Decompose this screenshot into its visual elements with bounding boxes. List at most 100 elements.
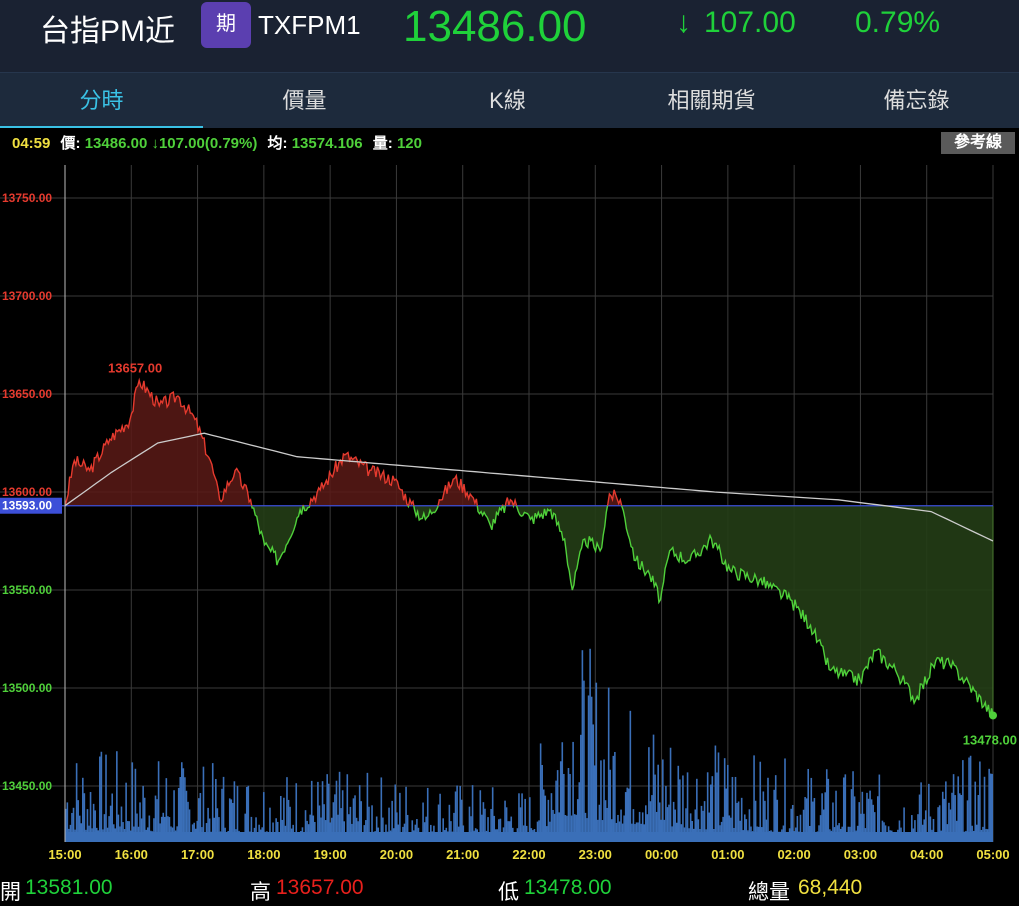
- quote-header: 台指PM近 期 TXFPM1 13486.00 ↓ 107.00 0.79%: [0, 0, 1019, 72]
- volume-bar: [652, 734, 655, 842]
- x-tick-label: 20:00: [380, 847, 413, 862]
- volume-bar: [714, 745, 717, 842]
- volume-bar: [541, 765, 543, 842]
- percent-change: 0.79%: [855, 6, 941, 39]
- y-tick-label: 13750.00: [2, 191, 52, 205]
- x-tick-label: 21:00: [446, 847, 479, 862]
- tab-memo[interactable]: 備忘錄: [815, 73, 1018, 129]
- volume-bar: [657, 764, 659, 842]
- x-tick-label: 16:00: [115, 847, 148, 862]
- volume-bar: [614, 751, 616, 842]
- y-tick-label: 13550.00: [2, 583, 52, 597]
- summary-bar: 開 13581.00 高 13657.00 低 13478.00 總量 68,4…: [0, 872, 1019, 904]
- volume-bar: [706, 772, 709, 842]
- last-price-dot: [989, 711, 997, 720]
- x-tick-label: 05:00: [976, 847, 1009, 862]
- volume-bar: [75, 763, 78, 842]
- volume-bar: [989, 773, 992, 842]
- volume-bar: [723, 758, 726, 842]
- volume-bar: [759, 761, 762, 842]
- volume-bar: [677, 765, 680, 842]
- tab-related-futures[interactable]: 相關期貨: [610, 73, 813, 129]
- volume-bar: [346, 774, 349, 842]
- volume-bar: [326, 774, 328, 842]
- volume-bar: [878, 774, 881, 842]
- volume-bar: [100, 751, 103, 842]
- price-change: 107.00: [704, 6, 796, 39]
- x-tick-label: 23:00: [579, 847, 612, 862]
- volume-bar: [563, 773, 565, 842]
- volume-bar: [580, 734, 582, 842]
- volume-bar: [612, 755, 615, 842]
- volume-bar: [559, 761, 562, 842]
- volume-bar: [587, 695, 590, 842]
- volume-bar: [593, 765, 596, 842]
- info-time: 04:59: [12, 135, 51, 152]
- volume-bar: [629, 710, 632, 842]
- volume-bar: [338, 771, 341, 842]
- base-price-label: 13593.00: [2, 499, 52, 513]
- volume-bar: [366, 772, 369, 842]
- y-tick-label: 13650.00: [2, 387, 52, 401]
- volume-bar: [182, 768, 185, 842]
- y-tick-label: 13700.00: [2, 289, 52, 303]
- total-volume-label: 總量: [748, 881, 790, 904]
- reference-line-button[interactable]: 參考線: [941, 132, 1015, 154]
- volume-bar: [852, 771, 854, 842]
- volume-bar: [567, 768, 570, 842]
- volume-bar: [556, 770, 559, 842]
- volume-bar: [539, 743, 542, 842]
- open-value: 13581.00: [25, 876, 113, 899]
- volume-bar: [648, 747, 650, 842]
- volume-bar: [717, 752, 720, 842]
- info-price: 13486.00 ↓107.00(0.79%): [84, 135, 258, 152]
- instrument-name: 台指PM近: [40, 15, 175, 48]
- futures-badge: 期: [201, 2, 251, 48]
- low-point-label: 13478.00: [963, 732, 1017, 747]
- info-price-label: 價:: [60, 135, 81, 152]
- volume-bar: [131, 762, 134, 842]
- high-label: 高: [250, 881, 271, 904]
- volume-bar: [969, 755, 972, 842]
- volume-bar: [583, 680, 585, 842]
- volume-bar: [825, 769, 828, 842]
- volume-bar: [211, 763, 214, 842]
- x-tick-label: 02:00: [778, 847, 811, 862]
- volume-bar: [595, 682, 598, 842]
- volume-bar: [134, 768, 137, 842]
- info-volume: 120: [396, 135, 422, 152]
- last-price: 13486.00: [403, 2, 587, 51]
- volume-bar: [607, 687, 610, 842]
- intraday-chart[interactable]: 15:00 16:00 17:00 18:00 19:00 20:00 21:00 22:00…: [0, 160, 1019, 872]
- volume-bar: [600, 760, 602, 842]
- instrument-code: TXFPM1: [258, 10, 361, 40]
- info-avg-label: 均:: [267, 135, 288, 152]
- x-tick-label: 19:00: [314, 847, 347, 862]
- volume-bar: [662, 759, 664, 842]
- volume-bar: [592, 724, 595, 842]
- total-volume-value: 68,440: [798, 876, 863, 899]
- tab-kline[interactable]: K線: [406, 73, 609, 129]
- crosshair-info-bar: 04:59 價: 13486.00 ↓107.00(0.79%) 均: 1357…: [0, 128, 1019, 160]
- tab-price-volume[interactable]: 價量: [203, 73, 406, 129]
- x-tick-label: 00:00: [645, 847, 678, 862]
- x-tick-label: 18:00: [247, 847, 280, 862]
- volume-bar: [784, 758, 786, 842]
- down-arrow-icon: ↓: [676, 6, 691, 39]
- y-tick-label: 13600.00: [2, 485, 52, 499]
- high-value: 13657.00: [276, 876, 364, 899]
- tab-intraday[interactable]: 分時: [0, 73, 203, 129]
- volume-base: [65, 832, 993, 842]
- low-value: 13478.00: [524, 876, 612, 899]
- open-label: 開: [0, 881, 21, 904]
- volume-bar: [116, 751, 118, 842]
- tab-bar: 分時 價量 K線 相關期貨 備忘錄: [0, 72, 1019, 129]
- x-tick-label: 03:00: [844, 847, 877, 862]
- volume-bar: [774, 775, 777, 842]
- volume-bar: [952, 774, 955, 842]
- volume-bar: [99, 756, 101, 842]
- info-avg: 13574.106: [291, 135, 363, 152]
- y-tick-label: 13450.00: [2, 779, 52, 793]
- volume-bar: [569, 774, 571, 842]
- y-tick-label: 13500.00: [2, 681, 52, 695]
